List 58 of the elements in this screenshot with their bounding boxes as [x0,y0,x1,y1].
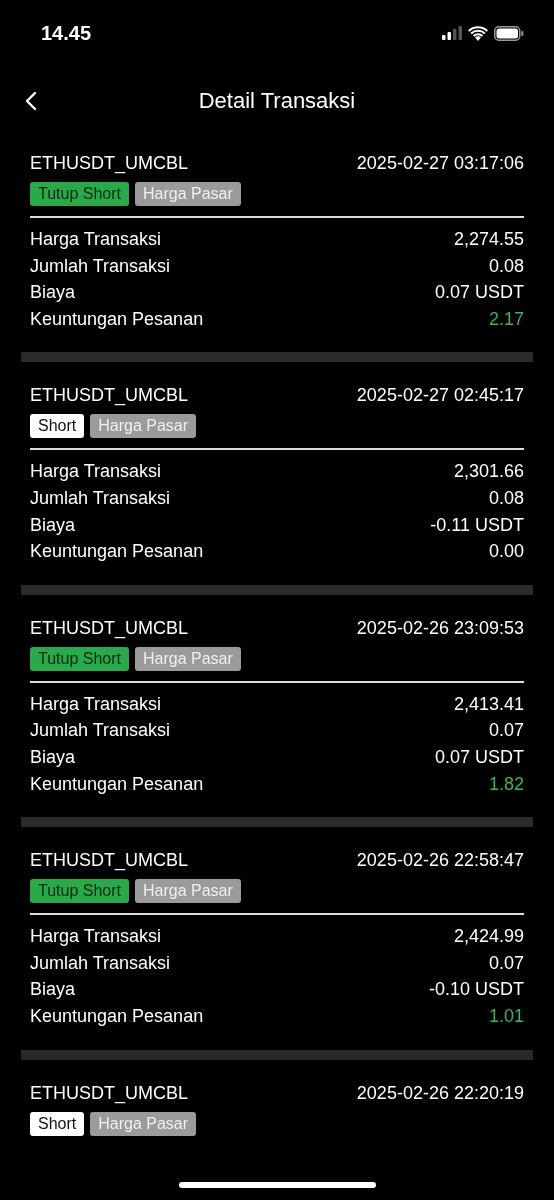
detail-label: Biaya [30,745,76,769]
order-tag: Tutup Short [30,879,129,904]
detail-label: Biaya [30,978,76,1002]
detail-value: 2,413.41 [453,692,524,716]
detail-value: 0.07 USDT [434,281,524,305]
detail-label: Jumlah Transaksi [30,951,171,975]
detail-value: 2,274.55 [453,228,524,251]
detail-value: 0.07 USDT [434,745,524,769]
signal-icon [442,26,462,40]
back-icon[interactable] [24,91,38,111]
order-tag: Harga Pasar [135,646,241,671]
battery-icon [494,25,524,41]
detail-label: Jumlah Transaksi [30,254,171,278]
detail-value: -0.10 USDT [428,978,524,1002]
detail-value: 2,301.66 [453,460,524,484]
timestamp-text: 2025-02-26 22:58:47 [356,849,524,873]
detail-label: Keuntungan Pesanan [30,540,204,564]
detail-value: 2.17 [488,307,524,331]
detail-label: Jumlah Transaksi [30,719,171,743]
order-tag: Harga Pasar [135,879,241,904]
detail-label: Harga Transaksi [30,692,162,716]
symbol-text: ETHUSDT_UMCBL [30,616,189,641]
order-tag: Harga Pasar [90,1111,197,1136]
detail-label: Biaya [30,513,76,537]
symbol-text: ETHUSDT_UMCBL [30,152,189,176]
detail-value: 2,424.99 [453,925,524,949]
detail-value: 1.82 [488,772,524,796]
detail-value: 0.00 [488,540,524,564]
detail-label: Jumlah Transaksi [30,486,171,510]
detail-value: 0.07 [488,719,524,743]
detail-label: Biaya [30,281,76,305]
timestamp-text: 2025-02-26 22:20:19 [356,1081,524,1105]
detail-value: 0.08 [488,486,524,510]
detail-label: Harga Transaksi [30,228,162,251]
detail-value: 1.01 [488,1004,524,1028]
status-time: 14.45 [41,21,92,45]
wifi-icon [468,25,488,41]
order-tag: Short [30,1111,85,1136]
symbol-text: ETHUSDT_UMCBL [30,849,189,873]
order-tag: Harga Pasar [135,182,241,206]
detail-label: Harga Transaksi [30,925,162,949]
order-tag: Harga Pasar [90,414,197,439]
detail-value: -0.11 USDT [430,513,524,537]
detail-value: 0.07 [488,951,524,975]
order-tag: Tutup Short [30,646,129,671]
timestamp-text: 2025-02-27 02:45:17 [356,384,524,408]
symbol-text: ETHUSDT_UMCBL [30,384,189,408]
order-tag: Short [30,414,85,439]
symbol-text: ETHUSDT_UMCBL [30,1081,189,1106]
detail-label: Harga Transaksi [30,460,162,484]
detail-label: Keuntungan Pesanan [30,307,204,331]
page-title: Detail Transaksi [198,88,356,114]
detail-label: Keuntungan Pesanan [30,772,204,796]
detail-value: 0.08 [488,254,524,278]
detail-label: Keuntungan Pesanan [30,1004,204,1028]
order-tag: Tutup Short [30,182,129,206]
timestamp-text: 2025-02-27 03:17:06 [356,152,524,175]
timestamp-text: 2025-02-26 23:09:53 [356,616,524,640]
